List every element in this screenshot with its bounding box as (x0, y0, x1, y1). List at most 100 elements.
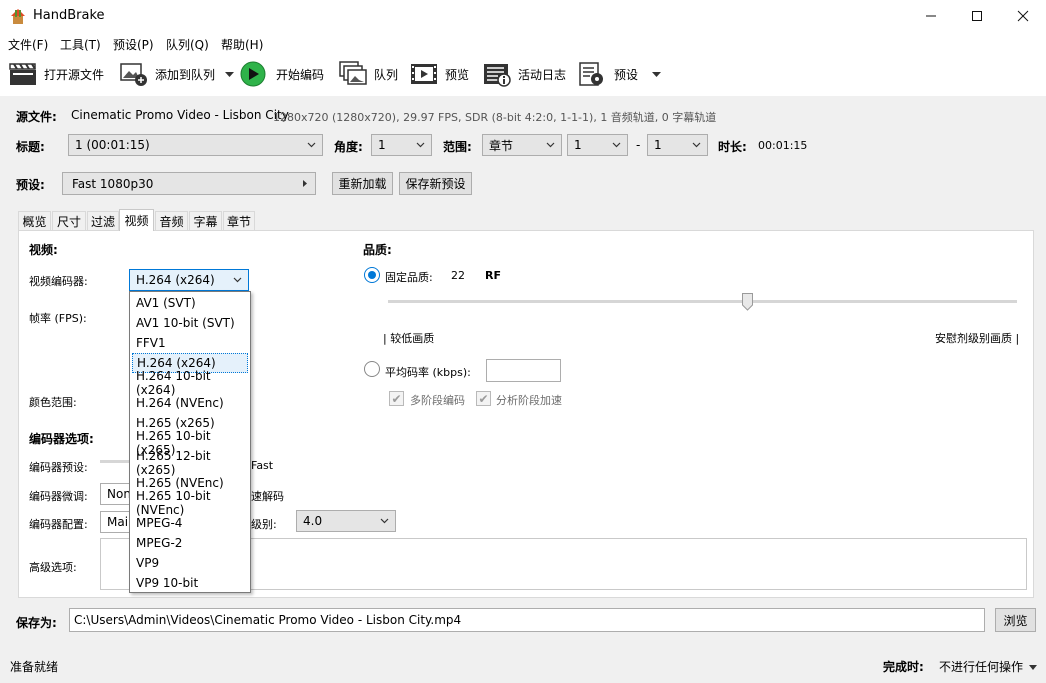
constant-quality-radio[interactable] (364, 267, 380, 283)
chevron-down-icon (233, 277, 242, 283)
quality-slider-thumb[interactable] (741, 293, 753, 311)
encoder-option[interactable]: AV1 (SVT) (132, 293, 248, 313)
status-text: 准备就绪 (10, 660, 59, 674)
menu-help[interactable]: 帮助(H) (221, 36, 263, 53)
video-encoder-value: H.264 (x264) (136, 273, 215, 287)
add-to-queue-button[interactable]: 添加到队列 (119, 58, 235, 90)
chevron-down-icon (416, 142, 425, 148)
constant-quality-value: 22 (451, 269, 465, 282)
chevron-down-icon (307, 142, 316, 148)
menu-presets[interactable]: 预设(P) (113, 36, 154, 53)
menu-queue[interactable]: 队列(Q) (166, 36, 209, 53)
turbo-checkbox[interactable]: ✔ (476, 391, 491, 406)
tab-video[interactable]: 视频 (119, 209, 154, 231)
preset-label: 预设: (16, 178, 45, 192)
tab-audio[interactable]: 音频 (155, 211, 188, 230)
open-source-button[interactable]: 打开源文件 (8, 58, 104, 90)
tab-summary[interactable]: 概览 (18, 211, 51, 230)
avg-bitrate-radio[interactable] (364, 361, 380, 377)
title-label: 标题: (16, 140, 45, 154)
encoder-preset-value: Fast (251, 459, 274, 472)
range-dash: - (636, 138, 641, 152)
encoder-option[interactable]: H.264 10-bit (x264) (132, 369, 248, 397)
encoder-level-select[interactable]: 4.0 (296, 510, 396, 532)
presets-dropdown-icon[interactable] (652, 67, 662, 81)
save-path-input[interactable]: C:\Users\Admin\Videos\Cinematic Promo Vi… (69, 608, 985, 632)
menu-file[interactable]: 文件(F) (8, 36, 48, 53)
encoder-option[interactable]: MPEG-4 (132, 513, 248, 533)
encoder-level-label: 级别: (251, 518, 277, 531)
chevron-right-icon (303, 180, 307, 187)
start-encode-label: 开始编码 (276, 67, 325, 82)
activity-log-button[interactable]: 活动日志 (482, 58, 566, 90)
save-new-preset-button[interactable]: 保存新预设 (399, 172, 472, 195)
activity-log-icon (482, 60, 512, 88)
source-name: Cinematic Promo Video - Lisbon City (71, 108, 289, 122)
queue-label: 队列 (374, 67, 399, 82)
chevron-down-icon (380, 518, 389, 524)
activity-log-label: 活动日志 (518, 67, 567, 82)
multipass-label: 多阶段编码 (410, 394, 465, 407)
tab-filters[interactable]: 过滤 (87, 211, 119, 230)
framerate-label: 帧率 (FPS): (29, 312, 87, 325)
encoder-profile-label: 编码器配置: (29, 518, 88, 531)
range-start-select[interactable]: 1 (567, 134, 628, 156)
browse-button[interactable]: 浏览 (995, 608, 1036, 632)
presets-icon (578, 60, 608, 88)
encoder-option[interactable]: VP9 (132, 553, 248, 573)
chevron-down-icon (546, 142, 555, 148)
close-button[interactable] (1000, 0, 1046, 32)
multipass-checkbox[interactable]: ✔ (389, 391, 404, 406)
preset-select-value: Fast 1080p30 (72, 176, 154, 191)
range-type-select[interactable]: 章节 (482, 134, 562, 156)
handbrake-logo-icon (9, 7, 27, 25)
encoder-option[interactable]: FFV1 (132, 333, 248, 353)
avg-bitrate-input[interactable] (486, 359, 561, 382)
avg-bitrate-label: 平均码率 (kbps): (385, 366, 471, 379)
queue-button[interactable]: 队列 (338, 58, 398, 90)
add-to-queue-label: 添加到队列 (155, 67, 216, 82)
encoder-option[interactable]: H.265 10-bit (NVEnc) (132, 489, 248, 517)
tab-chapters[interactable]: 章节 (223, 211, 255, 230)
duration-label: 时长: (718, 140, 747, 154)
when-done-select[interactable]: 不进行任何操作 (939, 658, 1038, 675)
video-encoder-label: 视频编码器: (29, 275, 88, 288)
encoder-option[interactable]: MPEG-2 (132, 533, 248, 553)
preview-button[interactable]: 预览 (409, 58, 469, 90)
turbo-label: 分析阶段加速 (496, 394, 562, 407)
encoder-level-value: 4.0 (303, 514, 323, 528)
video-encoder-dropdown: AV1 (SVT) AV1 10-bit (SVT) FFV1 H.264 (x264… (129, 291, 251, 593)
tab-subtitles[interactable]: 字幕 (189, 211, 222, 230)
angle-select[interactable]: 1 (371, 134, 432, 156)
encoder-option[interactable]: VP9 10-bit (132, 573, 248, 593)
title-select[interactable]: 1 (00:01:15) (68, 134, 323, 156)
tab-dimensions[interactable]: 尺寸 (52, 211, 86, 230)
video-encoder-select[interactable]: H.264 (x264) (129, 269, 249, 291)
add-queue-dropdown-icon[interactable] (225, 67, 235, 81)
maximize-button[interactable] (954, 0, 1000, 32)
presets-label: 预设 (614, 67, 639, 82)
fast-decode-label: 速解码 (251, 490, 284, 503)
when-done-value: 不进行任何操作 (939, 660, 1024, 674)
menu-tools[interactable]: 工具(T) (60, 36, 101, 53)
encoder-option[interactable]: AV1 10-bit (SVT) (132, 313, 248, 333)
quality-slider-track[interactable] (388, 300, 1017, 303)
angle-select-value: 1 (378, 138, 386, 152)
encoder-option[interactable]: H.265 12-bit (x265) (132, 449, 248, 477)
chevron-down-icon (612, 142, 621, 148)
start-encode-button[interactable]: 开始编码 (240, 58, 324, 90)
reload-preset-button[interactable]: 重新加载 (332, 172, 393, 195)
add-queue-icon (119, 60, 149, 88)
encoder-option[interactable]: H.264 (NVEnc) (132, 393, 248, 413)
play-icon (240, 60, 270, 88)
minimize-button[interactable] (908, 0, 954, 32)
encoder-preset-label: 编码器预设: (29, 461, 88, 474)
preview-label: 预览 (445, 67, 470, 82)
preset-select[interactable]: Fast 1080p30 (62, 172, 316, 195)
range-end-select[interactable]: 1 (647, 134, 708, 156)
constant-quality-label: 固定品质: (385, 271, 433, 284)
range-start-value: 1 (574, 138, 582, 152)
film-preview-icon (409, 60, 439, 88)
presets-button[interactable]: 预设 (578, 58, 662, 90)
encoder-tune-value: Non (107, 487, 131, 501)
